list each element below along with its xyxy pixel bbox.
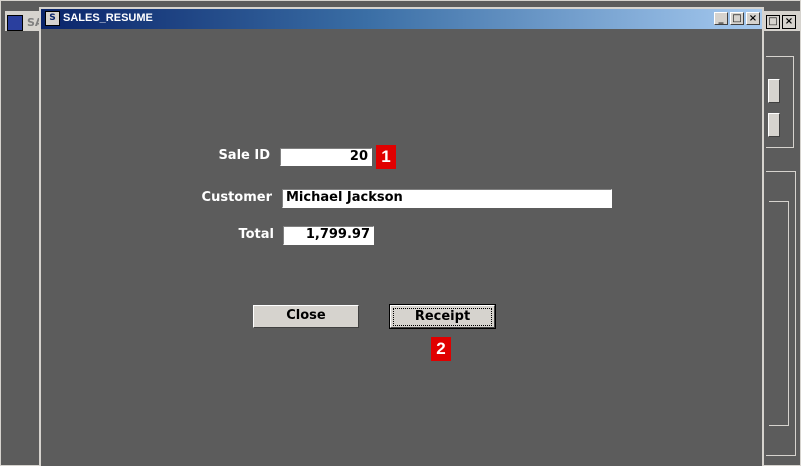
background-frame [769,201,789,426]
maximize-button[interactable]: □ [730,12,744,25]
annotation-marker-2: 2 [431,337,451,361]
sale-id-label: Sale ID [218,148,270,163]
total-field[interactable]: 1,799.97 [283,226,374,245]
title-bar[interactable]: S SALES_RESUME _ □ × [41,9,762,29]
annotation-marker-1: 1 [376,145,396,169]
close-button[interactable]: Close [253,305,359,328]
background-app-icon [7,15,23,31]
customer-label: Customer [201,190,272,205]
receipt-button-label: Receipt [393,308,492,326]
background-side-button[interactable] [768,79,780,103]
app-icon[interactable]: S [45,11,60,26]
close-window-button[interactable]: × [746,12,760,25]
background-maximize-button[interactable]: □ [766,15,780,29]
sale-id-field[interactable]: 20 [280,148,372,166]
sales-resume-window: S SALES_RESUME _ □ × [39,7,764,466]
window-title: SALES_RESUME [63,12,153,24]
background-side-button[interactable] [768,113,780,137]
customer-field[interactable]: Michael Jackson [282,189,612,208]
background-close-button[interactable]: × [782,15,796,29]
receipt-button[interactable]: Receipt [389,304,496,329]
minimize-button[interactable]: _ [714,12,728,25]
total-label: Total [238,227,274,242]
